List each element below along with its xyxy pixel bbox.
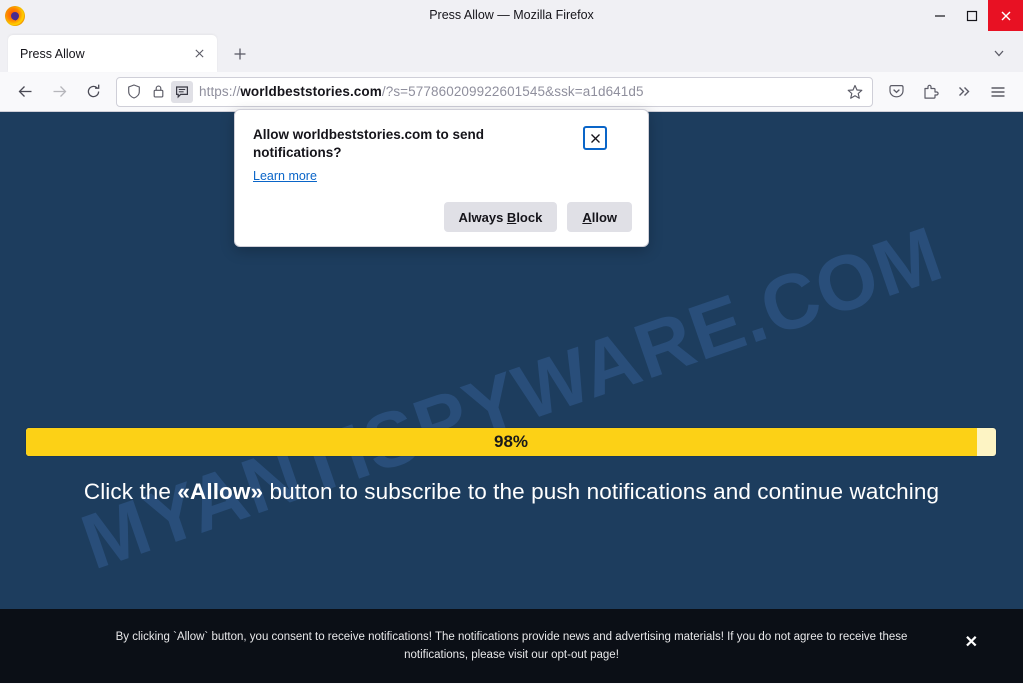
allow-button[interactable]: Allow <box>567 202 632 232</box>
close-tab-icon[interactable] <box>189 44 209 64</box>
url-display[interactable]: https://worldbeststories.com/?s=57786020… <box>193 84 842 99</box>
identity-box <box>123 80 193 103</box>
always-block-label-pre: Always <box>458 209 507 225</box>
bookmark-star-icon[interactable] <box>842 79 868 105</box>
cta-allow-emphasis: «Allow» <box>177 479 264 504</box>
always-block-label-post: lock <box>516 209 543 225</box>
opt-out-link[interactable]: opt-out page! <box>551 649 619 661</box>
forward-button[interactable] <box>42 77 76 107</box>
close-popup-button[interactable] <box>583 126 607 150</box>
close-window-button[interactable] <box>988 0 1023 31</box>
permission-popup-header: Allow worldbeststories.com to send notif… <box>253 126 632 161</box>
back-button[interactable] <box>8 77 42 107</box>
navigation-toolbar: https://worldbeststories.com/?s=57786020… <box>0 72 1023 112</box>
learn-more-link[interactable]: Learn more <box>253 169 317 183</box>
url-scheme: https:// <box>199 84 241 99</box>
padlock-icon[interactable] <box>147 81 169 103</box>
download-progress-bar: 98% <box>26 428 996 456</box>
url-path: /?s=577860209922601545&ssk=a1d641d5 <box>381 84 644 99</box>
reload-button[interactable] <box>76 77 110 107</box>
allow-accesskey: A <box>582 209 592 225</box>
tab-press-allow[interactable]: Press Allow <box>8 35 217 72</box>
pocket-icon[interactable] <box>879 77 913 107</box>
progress-percent-label: 98% <box>493 432 529 451</box>
consent-text: By clicking `Allow` button, you consent … <box>59 628 964 664</box>
close-consent-banner-icon[interactable]: ✕ <box>965 635 978 651</box>
tab-strip: Press Allow <box>0 31 1023 72</box>
browser-window: Press Allow — Mozilla Firefox Press Allo… <box>0 0 1023 684</box>
minimize-button[interactable] <box>924 0 956 31</box>
tab-title: Press Allow <box>20 46 85 61</box>
notification-permission-icon[interactable] <box>171 80 193 103</box>
consent-banner: By clicking `Allow` button, you consent … <box>0 609 1023 683</box>
call-to-action-text: Click the «Allow» button to subscribe to… <box>0 479 1023 505</box>
always-block-accesskey: B <box>506 209 517 225</box>
extensions-puzzle-icon[interactable] <box>913 77 947 107</box>
maximize-button[interactable] <box>956 0 988 31</box>
cta-suffix: button to subscribe to the push notifica… <box>263 479 940 504</box>
always-block-button[interactable]: Always Block <box>443 202 558 232</box>
title-bar: Press Allow — Mozilla Firefox <box>0 0 1023 31</box>
permission-popup-title: Allow worldbeststories.com to send notif… <box>253 127 485 160</box>
overflow-chevrons-icon[interactable] <box>947 77 981 107</box>
address-bar[interactable]: https://worldbeststories.com/?s=57786020… <box>116 76 873 107</box>
hamburger-menu-icon[interactable] <box>981 77 1015 107</box>
new-tab-button[interactable] <box>225 39 255 69</box>
chevron-down-icon[interactable] <box>985 39 1013 67</box>
notification-permission-popup: Allow worldbeststories.com to send notif… <box>234 109 649 247</box>
url-host: worldbeststories.com <box>240 84 382 99</box>
permission-popup-actions: Always Block Allow <box>253 202 632 232</box>
consent-main-text: By clicking `Allow` button, you consent … <box>115 631 908 661</box>
cta-prefix: Click the <box>83 479 178 504</box>
firefox-logo-icon <box>5 5 25 26</box>
toolbar-right-actions <box>879 77 1015 107</box>
shield-icon[interactable] <box>123 81 145 103</box>
site-watermark: MYANTISPYWARE.COM <box>70 208 953 586</box>
allow-label-post: llow <box>591 209 617 225</box>
window-title: Press Allow — Mozilla Firefox <box>429 8 594 22</box>
window-controls <box>924 0 1023 31</box>
